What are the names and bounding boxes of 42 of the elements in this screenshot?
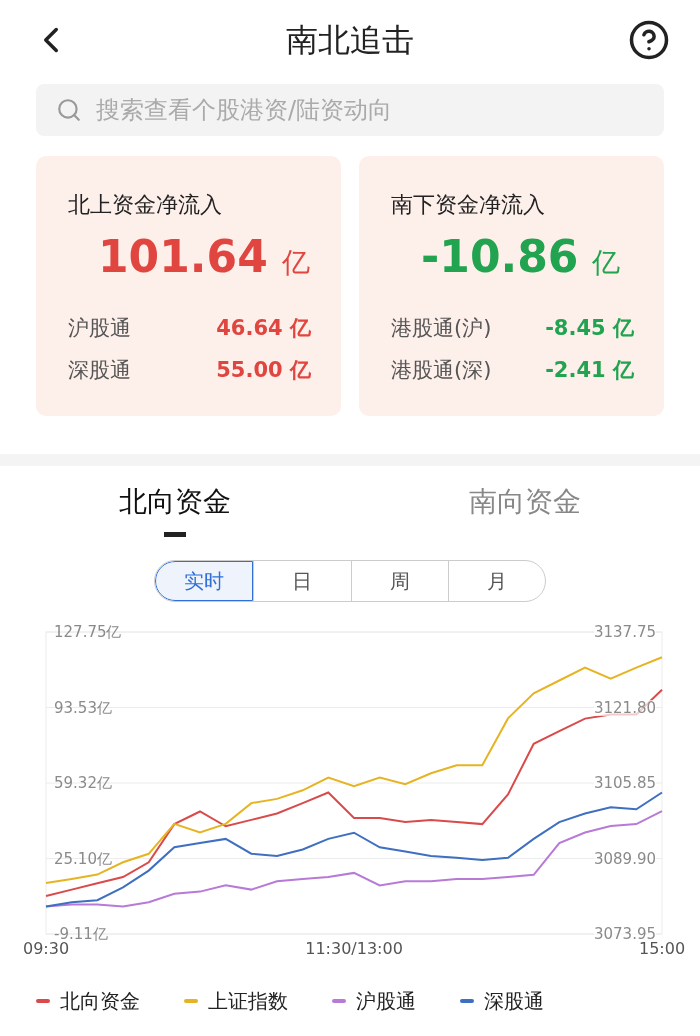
channel-amount: -2.41 亿 — [545, 356, 634, 384]
period-tab[interactable]: 日 — [253, 561, 351, 601]
direction-tab[interactable]: 南向资金 — [350, 482, 700, 546]
card-title: 南下资金净流入 — [391, 191, 546, 219]
total-amount: -10.86 — [421, 230, 579, 284]
channel-label: 港股通(沪) — [391, 315, 492, 342]
axis-label: 15:00 — [638, 940, 686, 958]
axis-label: 3137.75 — [593, 624, 656, 640]
channel-label: 港股通(深) — [391, 356, 492, 384]
axis-label: 3073.95 — [593, 926, 656, 942]
search-field[interactable]: 搜索查看个股港资/陆资动向 — [36, 84, 664, 136]
axis-label: -9.11亿 — [54, 926, 108, 942]
direction-tab[interactable]: 北向资金 — [0, 482, 350, 546]
axis-label: 3105.85 — [593, 775, 656, 791]
axis-label: 3121.80 — [593, 699, 656, 716]
page-title: 南北追击 — [286, 20, 414, 61]
legend-label: 上证指数 — [208, 988, 288, 1015]
help-icon[interactable] — [628, 19, 670, 61]
axis-label: 11:30/13:00 — [305, 940, 403, 958]
axis-label: 93.53亿 — [54, 699, 112, 716]
search-icon — [56, 97, 82, 123]
legend-label: 沪股通 — [356, 988, 416, 1015]
total-amount: 101.64 — [98, 230, 268, 284]
period-tab[interactable]: 实时 — [155, 561, 254, 601]
channel-amount: -8.45 亿 — [545, 315, 634, 342]
axis-label: 3089.90 — [593, 850, 656, 867]
unit-label: 亿 — [592, 245, 621, 281]
channel-label: 沪股通 — [68, 315, 131, 342]
axis-label: 127.75亿 — [54, 624, 122, 640]
unit-label: 亿 — [281, 245, 310, 281]
channel-label: 深股通 — [68, 356, 131, 384]
card-title: 北上资金净流入 — [68, 191, 223, 219]
tab-indicator — [164, 532, 186, 537]
channel-amount: 46.64 亿 — [216, 315, 311, 342]
legend-label: 北向资金 — [60, 988, 140, 1015]
legend-label: 深股通 — [484, 988, 544, 1015]
axis-label: 09:30 — [22, 940, 70, 958]
period-tab[interactable]: 周 — [350, 561, 448, 601]
channel-amount: 55.00 亿 — [216, 356, 311, 384]
axis-label: 59.32亿 — [54, 775, 112, 791]
axis-label: 25.10亿 — [54, 850, 112, 867]
period-tab[interactable]: 月 — [447, 561, 545, 601]
